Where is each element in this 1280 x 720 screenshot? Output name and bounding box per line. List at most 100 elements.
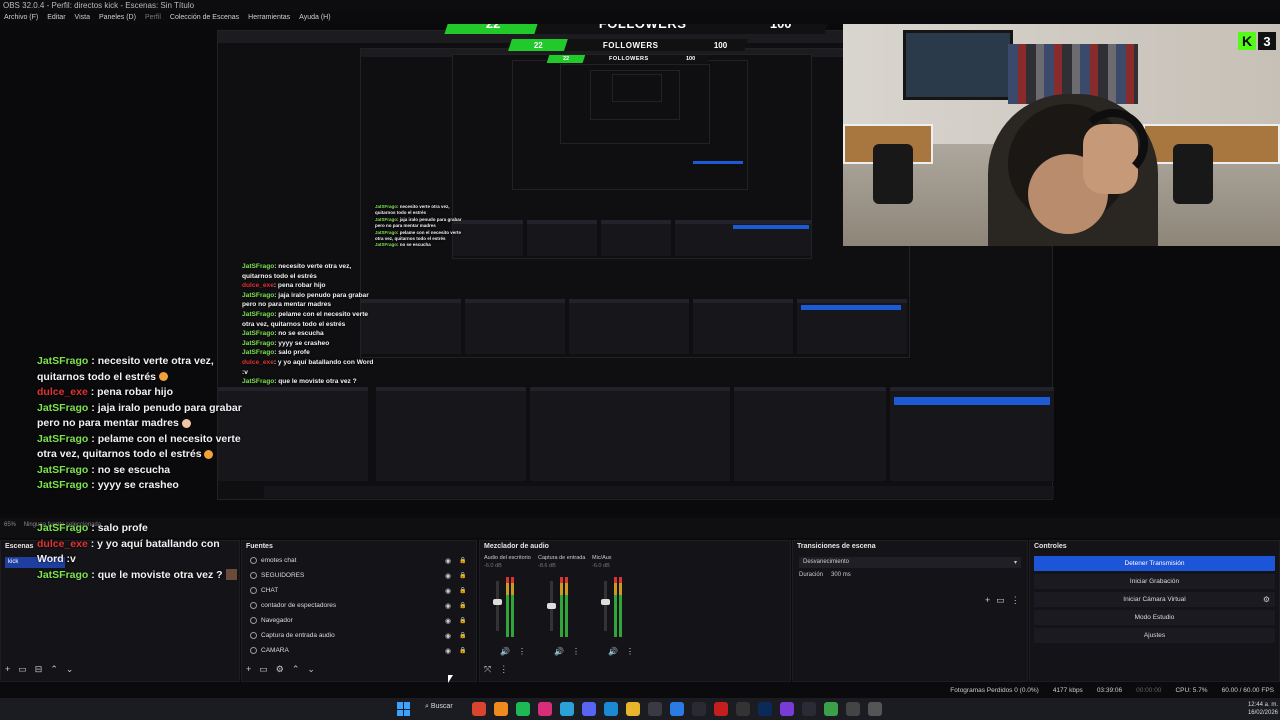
menu-perfil[interactable]: Perfil bbox=[145, 12, 161, 24]
eye-icon[interactable]: ◉ bbox=[445, 587, 451, 595]
source-label: CAMARA bbox=[261, 647, 289, 654]
sources-toolbar: + ▭ ⚙ ⌃ ⌄ bbox=[246, 664, 315, 675]
menu-coleccion[interactable]: Colección de Escenas bbox=[170, 12, 239, 24]
source-item[interactable]: emotes chat ◉ 🔒 bbox=[242, 553, 476, 568]
gear-icon[interactable] bbox=[868, 702, 882, 716]
edge-icon[interactable] bbox=[604, 702, 618, 716]
move-up-icon[interactable]: ⌃ bbox=[292, 664, 300, 675]
menu-ayuda[interactable]: Ayuda (H) bbox=[299, 12, 330, 24]
more-icon[interactable]: ⋮ bbox=[499, 664, 508, 675]
volume-meter bbox=[506, 577, 509, 637]
chrome-icon[interactable] bbox=[472, 702, 486, 716]
lock-icon[interactable]: 🔒 bbox=[459, 647, 466, 654]
channel-name: Captura de entrada bbox=[538, 555, 586, 561]
start-recording-button[interactable]: Iniciar Grabación bbox=[1034, 574, 1275, 589]
folder-icon[interactable] bbox=[626, 702, 640, 716]
vscode-icon[interactable] bbox=[802, 702, 816, 716]
tv-image bbox=[903, 30, 1013, 100]
emoji-icon bbox=[158, 372, 168, 382]
lock-icon[interactable]: 🔒 bbox=[459, 587, 466, 594]
lock-icon[interactable]: 🔒 bbox=[459, 557, 466, 564]
volume-slider[interactable] bbox=[547, 581, 556, 631]
followers-label-3: FOLLOWERS bbox=[609, 56, 649, 62]
mixer-title: Mezclador de audio bbox=[484, 543, 549, 550]
menu-herramientas[interactable]: Herramientas bbox=[248, 12, 290, 24]
calculator-icon[interactable] bbox=[648, 702, 662, 716]
virtual-camera-button[interactable]: Iniciar Cámara Virtual ⚙ bbox=[1034, 592, 1275, 607]
add-icon[interactable]: + bbox=[985, 595, 990, 606]
transition-select[interactable]: Desvanecimiento ▾ bbox=[799, 557, 1021, 568]
system-clock[interactable]: 12:44 a. m. 16/02/2026 bbox=[1178, 701, 1278, 717]
eye-icon[interactable]: ◉ bbox=[445, 647, 451, 655]
eye-icon[interactable]: ◉ bbox=[445, 632, 451, 640]
twitch-icon[interactable] bbox=[780, 702, 794, 716]
source-item[interactable]: CAMARA ◉ 🔒 bbox=[242, 643, 476, 658]
eye-icon[interactable]: ◉ bbox=[445, 557, 451, 565]
source-item[interactable]: contador de espectadores ◉ 🔒 bbox=[242, 598, 476, 613]
preview-canvas[interactable]: 22 FOLLOWERS 100 22 FOLLOWERS 100 22 FOL… bbox=[0, 24, 1280, 514]
settings-icon[interactable] bbox=[846, 702, 860, 716]
telegram-icon[interactable] bbox=[560, 702, 574, 716]
taskbar-search[interactable]: ⌕ Buscar bbox=[425, 703, 453, 711]
brave-icon[interactable] bbox=[494, 702, 508, 716]
move-down-icon[interactable]: ⌄ bbox=[66, 664, 74, 675]
eye-icon[interactable]: ◉ bbox=[445, 602, 451, 610]
source-item[interactable]: Captura de entrada audio ◉ 🔒 bbox=[242, 628, 476, 643]
menu-paneles[interactable]: Paneles (D) bbox=[99, 12, 136, 24]
mouse-cursor-icon bbox=[448, 675, 453, 683]
lock-icon[interactable]: 🔒 bbox=[459, 602, 466, 609]
menu-editar[interactable]: Editar bbox=[47, 12, 65, 24]
add-icon[interactable]: + bbox=[5, 664, 10, 675]
menu-bar: Archivo (F) Editar Vista Paneles (D) Per… bbox=[0, 12, 331, 24]
obs-icon[interactable] bbox=[692, 702, 706, 716]
lock-icon[interactable]: 🔒 bbox=[459, 632, 466, 639]
volume-slider[interactable] bbox=[493, 581, 502, 631]
eye-icon[interactable]: ◉ bbox=[445, 572, 451, 580]
source-type-icon bbox=[250, 557, 257, 564]
more-icon[interactable]: ⋮ bbox=[518, 647, 526, 656]
lock-icon[interactable]: 🔒 bbox=[459, 617, 466, 624]
record-icon[interactable] bbox=[714, 702, 728, 716]
menu-archivo[interactable]: Archivo (F) bbox=[4, 12, 38, 24]
link-icon[interactable]: ⤧ bbox=[484, 664, 491, 675]
duration-input[interactable]: 300 ms bbox=[831, 572, 851, 578]
move-down-icon[interactable]: ⌄ bbox=[307, 664, 315, 675]
stop-stream-button[interactable]: Detener Transmisión bbox=[1034, 556, 1275, 571]
gear-icon[interactable]: ⚙ bbox=[1263, 592, 1270, 607]
gear-icon[interactable]: ⚙ bbox=[276, 664, 284, 675]
lock-icon[interactable]: 🔒 bbox=[459, 572, 466, 579]
source-item[interactable]: Navegador ◉ 🔒 bbox=[242, 613, 476, 628]
speaker-icon[interactable]: 🔊 bbox=[554, 647, 564, 656]
nested-taskbar bbox=[264, 486, 1054, 498]
move-up-icon[interactable]: ⌃ bbox=[50, 664, 58, 675]
xbox-icon[interactable] bbox=[824, 702, 838, 716]
menu-vista[interactable]: Vista bbox=[75, 12, 90, 24]
speaker-icon[interactable]: 🔊 bbox=[500, 647, 510, 656]
windows-start-icon[interactable] bbox=[397, 702, 411, 716]
source-item[interactable]: CHAT ◉ 🔒 bbox=[242, 583, 476, 598]
volume-slider[interactable] bbox=[601, 581, 610, 631]
source-type-icon bbox=[250, 617, 257, 624]
trash-icon[interactable]: ▭ bbox=[996, 595, 1005, 606]
add-icon[interactable]: + bbox=[246, 664, 251, 675]
filter-icon[interactable]: ⊟ bbox=[35, 664, 43, 675]
more-icon[interactable]: ⋮ bbox=[1011, 595, 1020, 606]
studio-mode-button[interactable]: Modo Estudio bbox=[1034, 610, 1275, 625]
instagram-icon[interactable] bbox=[538, 702, 552, 716]
scenes-toolbar: + ▭ ⊟ ⌃ ⌄ bbox=[5, 664, 73, 675]
more-icon[interactable]: ⋮ bbox=[626, 647, 634, 656]
settings-button[interactable]: Ajustes bbox=[1034, 628, 1275, 643]
eye-icon[interactable]: ◉ bbox=[445, 617, 451, 625]
discord-icon[interactable] bbox=[582, 702, 596, 716]
more-icon[interactable]: ⋮ bbox=[572, 647, 580, 656]
trash-icon[interactable]: ▭ bbox=[259, 664, 268, 675]
followers-goal-bar-2: 22 FOLLOWERS 100 bbox=[508, 39, 748, 51]
source-item[interactable]: SEGUIDORES ◉ 🔒 bbox=[242, 568, 476, 583]
app-icon[interactable] bbox=[736, 702, 750, 716]
chat-line: JatSFrago : no se escucha bbox=[37, 463, 171, 476]
speaker-icon[interactable]: 🔊 bbox=[608, 647, 618, 656]
spotify-icon[interactable] bbox=[516, 702, 530, 716]
trash-icon[interactable]: ▭ bbox=[18, 664, 27, 675]
store-icon[interactable] bbox=[670, 702, 684, 716]
photoshop-icon[interactable] bbox=[758, 702, 772, 716]
